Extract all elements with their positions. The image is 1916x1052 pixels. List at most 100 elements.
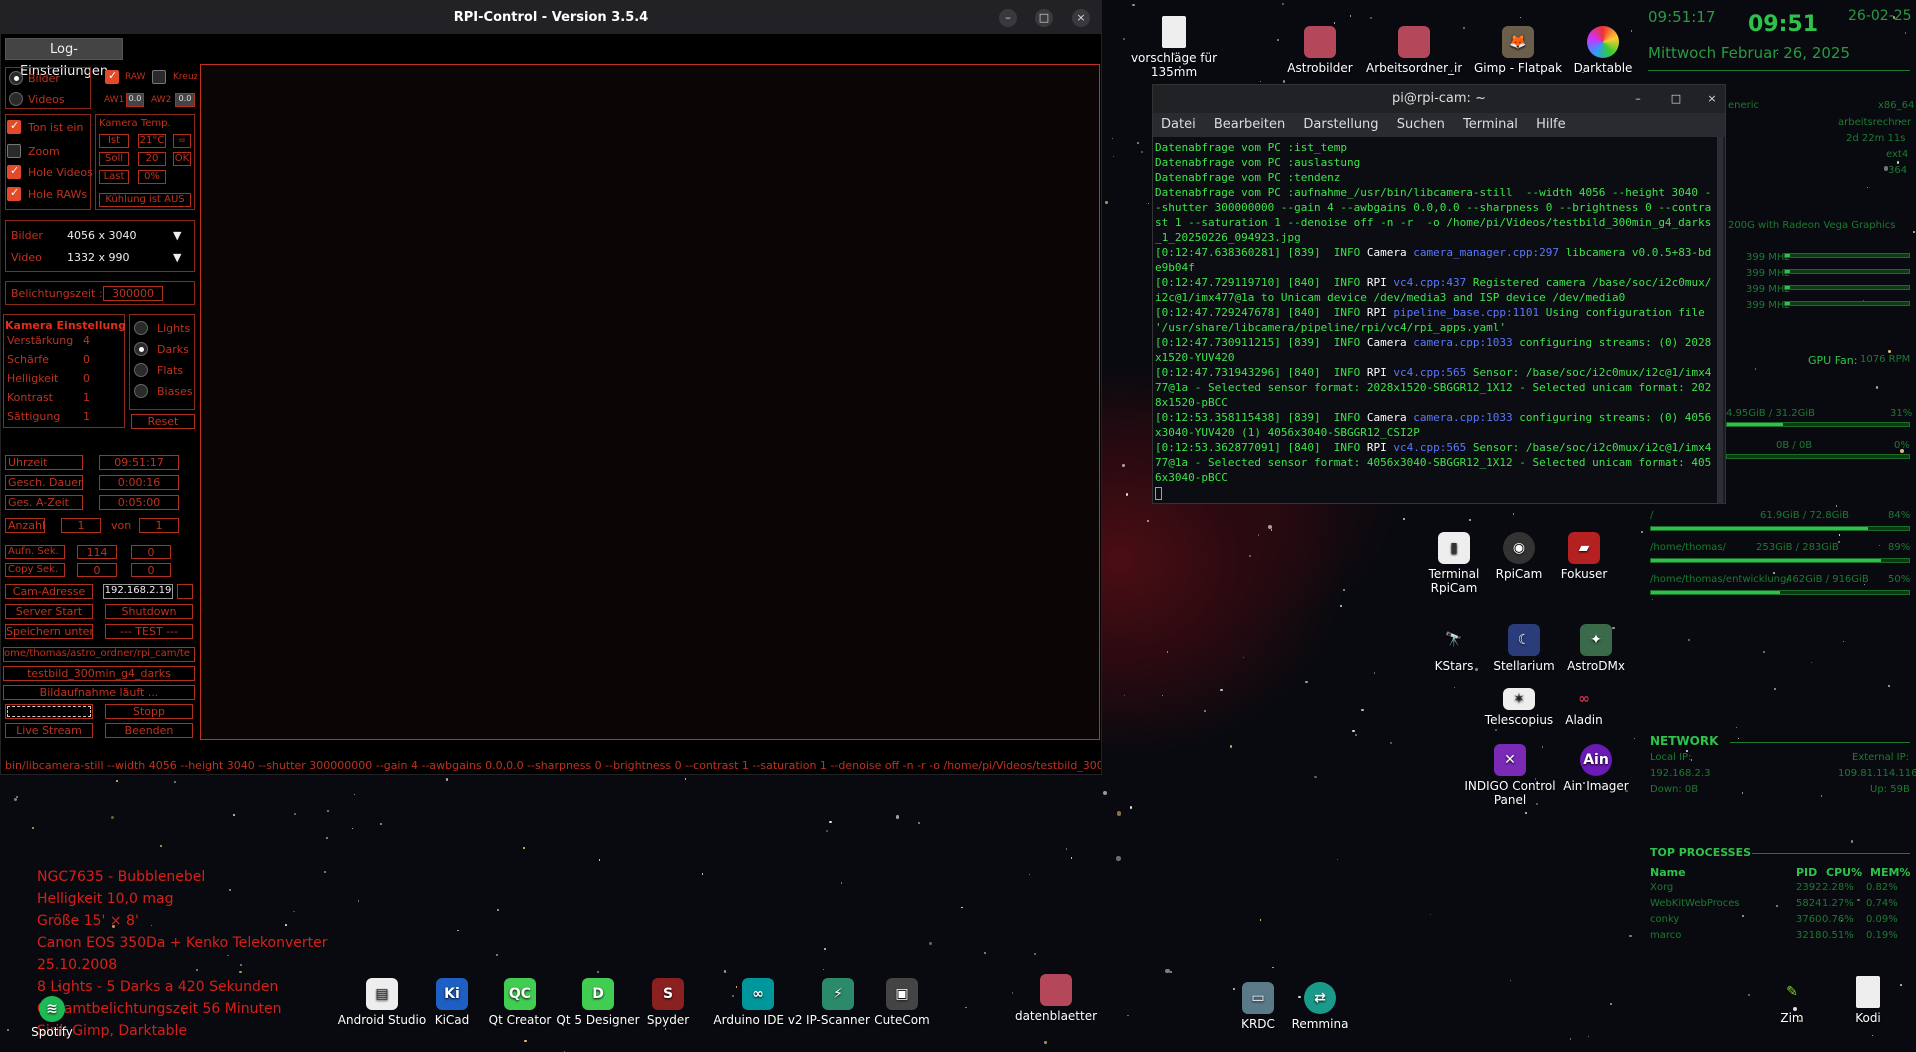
reset-button[interactable]: Reset	[131, 414, 195, 429]
chevron-down-icon[interactable]: ▼	[173, 229, 181, 242]
top-process-cell: 3760	[1796, 914, 1822, 925]
raw-checkbox[interactable]	[105, 69, 119, 84]
disk-root-bar	[1650, 526, 1910, 531]
menu-hilfe[interactable]: Hilfe	[1536, 113, 1566, 137]
minimize-icon[interactable]: –	[999, 9, 1017, 27]
speichern-button[interactable]: Speichern unter	[5, 624, 93, 639]
menu-bearbeiten[interactable]: Bearbeiten	[1214, 113, 1285, 137]
ton-checkbox[interactable]	[7, 119, 21, 134]
mode-bilder-radio[interactable]	[9, 71, 23, 85]
command-line-status: bin/libcamera-still --width 4056 --heigh…	[5, 759, 1101, 772]
window-title[interactable]: RPI-Control - Version 3.5.4	[1, 1, 1101, 34]
beenden-button[interactable]: Beenden	[105, 723, 193, 738]
desktop-app-remmina[interactable]: ⇄ Remmina	[1272, 982, 1368, 1031]
desktop-app-aladin[interactable]: ∞ Aladin	[1536, 688, 1632, 727]
document-icon	[1162, 16, 1186, 48]
desktop-app-gimp[interactable]: 🦊 Gimp - Flatpak	[1470, 26, 1566, 75]
frame-flats-radio[interactable]	[134, 363, 148, 377]
aw1-input[interactable]: 0.0	[126, 93, 144, 107]
desktop-icon-label: Fokuser	[1560, 567, 1608, 581]
test-button[interactable]: --- TEST ---	[105, 624, 193, 639]
dock-item[interactable]: S Spyder	[620, 978, 716, 1027]
star	[1111, 137, 1113, 140]
star	[1888, 685, 1891, 688]
temp-last-button[interactable]: Last	[99, 170, 129, 184]
frame-biases-radio[interactable]	[134, 384, 148, 398]
setting-value[interactable]: 0	[83, 372, 90, 385]
frame-lights-radio[interactable]	[134, 321, 148, 335]
maximize-icon[interactable]: □	[1035, 9, 1053, 27]
zoom-checkbox[interactable]	[7, 144, 21, 158]
server-start-button[interactable]: Server Start	[5, 604, 93, 619]
conky-cores: 364	[1888, 165, 1908, 176]
menu-suchen[interactable]: Suchen	[1397, 113, 1445, 137]
hole-videos-checkbox[interactable]	[7, 164, 21, 179]
menu-datei[interactable]: Datei	[1161, 113, 1196, 137]
shutdown-button[interactable]: Shutdown	[105, 604, 193, 619]
star	[684, 778, 687, 780]
krdc-icon: ▭	[1242, 982, 1274, 1014]
top-process-cell: Xorg	[1650, 882, 1674, 893]
start-button[interactable]	[5, 704, 93, 719]
star	[1569, 1038, 1572, 1040]
setting-value[interactable]: 0	[83, 353, 90, 366]
terminal-scrollbar[interactable]	[1717, 137, 1723, 503]
terminal-output[interactable]: Datenabfrage vom PC :ist_temp Datenabfrag…	[1153, 137, 1719, 503]
star	[1248, 554, 1251, 557]
desktop-app-darktable[interactable]: Darktable	[1555, 26, 1651, 75]
top-process-cell: WebKitWebProces	[1650, 898, 1740, 909]
temp-ist-button[interactable]: Ist	[99, 134, 129, 148]
desktop-folder-astrobilder[interactable]: Astrobilder	[1272, 26, 1368, 75]
log-settings-button[interactable]: Log-Einstellungen	[5, 38, 123, 79]
setting-value[interactable]: 1	[83, 391, 90, 404]
desktop-file-vorschlaege[interactable]: vorschläge für 135mm	[1126, 16, 1222, 79]
aw2-input[interactable]: 0.0	[175, 93, 195, 107]
star	[1888, 349, 1892, 353]
star	[1127, 1014, 1129, 1017]
temp-ok-button[interactable]: OK	[173, 152, 191, 166]
desktop-app-spotify[interactable]: ≋ Spotify	[4, 996, 100, 1039]
star	[457, 930, 459, 932]
temp-eq-button[interactable]: =	[173, 134, 191, 148]
hole-raws-label: Hole RAWs	[28, 188, 88, 201]
anzahl-label: Anzahl	[5, 518, 45, 533]
desktop-app-ain[interactable]: Ain Ain Imager	[1548, 744, 1644, 793]
dock-item[interactable]: ▣ CuteCom	[854, 978, 950, 1027]
cooling-button[interactable]: Kühlung ist AUS	[99, 193, 191, 207]
video-res-select[interactable]: 1332 x 990	[67, 251, 130, 264]
cam-adresse-input[interactable]: 192.168.2.19	[103, 584, 173, 599]
maximize-icon[interactable]: □	[1667, 90, 1685, 108]
desktop-app-fokuser[interactable]: ▰ Fokuser	[1536, 532, 1632, 581]
menu-terminal[interactable]: Terminal	[1463, 113, 1518, 137]
anzahl-input[interactable]: 1	[61, 518, 101, 533]
setting-value[interactable]: 4	[83, 334, 90, 347]
ain-icon: Ain	[1580, 744, 1612, 776]
desktop-app-indigo[interactable]: ✕ INDIGO Control Panel	[1462, 744, 1558, 807]
filename-input[interactable]: testbild_300min_g4_darks	[3, 666, 195, 681]
desktop-folder-datenblaetter[interactable]: datenblaetter	[1008, 974, 1104, 1023]
temp-soll-input[interactable]: 20	[138, 152, 166, 166]
disk-dev-pct: 50%	[1888, 574, 1911, 585]
close-icon[interactable]: ×	[1072, 9, 1090, 27]
live-stream-button[interactable]: Live Stream	[5, 723, 93, 738]
temp-soll-button[interactable]: Soll	[99, 152, 129, 166]
star	[1272, 966, 1274, 969]
chevron-down-icon[interactable]: ▼	[173, 251, 181, 264]
desktop-app-astrodmx[interactable]: ✦ AstroDMx	[1548, 624, 1644, 673]
close-icon[interactable]: ×	[1703, 90, 1721, 108]
cam-adresse-button[interactable]	[177, 584, 193, 599]
frame-darks-radio[interactable]	[134, 342, 148, 356]
kreuz-checkbox[interactable]	[152, 70, 166, 84]
swap-pct: 0%	[1894, 440, 1910, 451]
setting-value[interactable]: 1	[83, 410, 90, 423]
exposure-input[interactable]: 300000	[103, 286, 163, 301]
desktop-folder-arbeitsordner[interactable]: Arbeitsordner_in_Arbeit	[1366, 26, 1462, 75]
stopp-button[interactable]: Stopp	[105, 704, 193, 719]
bilder-res-select[interactable]: 4056 x 3040	[67, 229, 137, 242]
desktop-file-kodi[interactable]: Kodi	[1820, 976, 1916, 1025]
minimize-icon[interactable]: –	[1629, 90, 1647, 108]
menu-darstellung[interactable]: Darstellung	[1303, 113, 1378, 137]
hole-raws-checkbox[interactable]	[7, 186, 21, 201]
mode-videos-radio[interactable]	[9, 92, 23, 106]
path-input[interactable]: ome/thomas/astro_ordner/rpi_cam/te	[3, 647, 195, 662]
